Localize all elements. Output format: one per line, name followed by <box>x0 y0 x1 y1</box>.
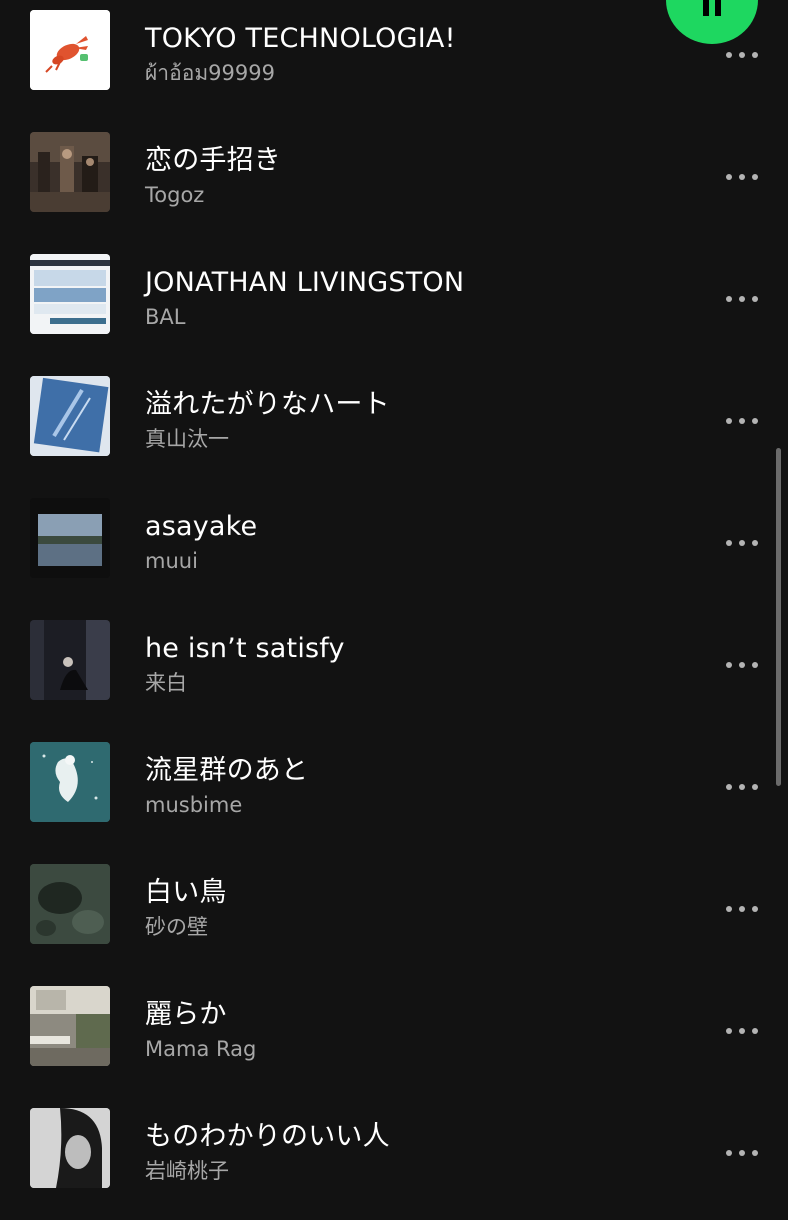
track-row[interactable]: ものわかりのいい人 岩崎桃子 <box>0 1098 788 1220</box>
track-title: he isn’t satisfy <box>145 633 345 664</box>
more-horizontal-icon <box>726 662 758 668</box>
more-horizontal-icon <box>726 906 758 912</box>
pause-icon <box>703 0 721 16</box>
album-cover <box>30 742 110 822</box>
track-artist: 岩崎桃子 <box>145 1159 229 1183</box>
more-horizontal-icon <box>726 1150 758 1156</box>
more-horizontal-icon <box>726 540 758 546</box>
track-artist: muui <box>145 549 198 573</box>
track-artist: Mama Rag <box>145 1037 257 1061</box>
track-title: 麗らか <box>145 999 227 1030</box>
track-row[interactable]: 溢れたがりなハート 真山汰一 <box>0 366 788 488</box>
track-list: TOKYO TECHNOLOGIA! ผ้าอ้อม99999 恋の手招き To… <box>0 0 788 1200</box>
album-cover <box>30 1108 110 1188</box>
more-options-button[interactable] <box>718 406 766 436</box>
blue-sketch-image <box>30 376 110 456</box>
album-cover <box>30 254 110 334</box>
more-options-button[interactable] <box>718 650 766 680</box>
teal-illustration-image <box>30 742 110 822</box>
track-row[interactable]: 白い鳥 砂の壁 <box>0 854 788 976</box>
more-options-button[interactable] <box>718 1016 766 1046</box>
album-cover <box>30 620 110 700</box>
more-horizontal-icon <box>726 418 758 424</box>
track-title: 流星群のあと <box>145 755 309 786</box>
album-cover <box>30 10 110 90</box>
track-artist: 真山汰一 <box>145 427 229 451</box>
portrait-bw-image <box>30 1108 110 1188</box>
track-title: asayake <box>145 511 258 542</box>
more-options-button[interactable] <box>718 40 766 70</box>
more-options-button[interactable] <box>718 1138 766 1168</box>
track-row[interactable]: 流星群のあと musbime <box>0 732 788 854</box>
track-row[interactable]: he isn’t satisfy 来白 <box>0 610 788 732</box>
collage-panels-image <box>30 254 110 334</box>
more-options-button[interactable] <box>718 162 766 192</box>
track-artist: Togoz <box>145 183 205 207</box>
mossy-ground-image <box>30 864 110 944</box>
more-horizontal-icon <box>726 52 758 58</box>
track-row[interactable]: 恋の手招き Togoz <box>0 122 788 244</box>
band-photo-image <box>30 132 110 212</box>
track-artist: musbime <box>145 793 243 817</box>
album-cover <box>30 498 110 578</box>
track-title: 溢れたがりなハート <box>145 389 390 420</box>
album-cover <box>30 986 110 1066</box>
track-title: TOKYO TECHNOLOGIA! <box>145 23 456 54</box>
more-horizontal-icon <box>726 1028 758 1034</box>
more-horizontal-icon <box>726 174 758 180</box>
album-cover <box>30 864 110 944</box>
dark-lake-image <box>30 498 110 578</box>
track-row[interactable]: 麗らか Mama Rag <box>0 976 788 1098</box>
more-horizontal-icon <box>726 296 758 302</box>
album-cover <box>30 376 110 456</box>
track-row[interactable]: asayake muui <box>0 488 788 610</box>
track-row[interactable]: JONATHAN LIVINGSTON BAL <box>0 244 788 366</box>
track-title: JONATHAN LIVINGSTON <box>145 267 465 298</box>
more-options-button[interactable] <box>718 284 766 314</box>
scrollbar-thumb[interactable] <box>776 448 781 786</box>
track-artist: ผ้าอ้อม99999 <box>145 61 275 85</box>
more-options-button[interactable] <box>718 528 766 558</box>
more-options-button[interactable] <box>718 894 766 924</box>
lobster-art-image <box>30 10 110 90</box>
album-cover <box>30 132 110 212</box>
track-title: ものわかりのいい人 <box>145 1121 390 1152</box>
track-title: 恋の手招き <box>145 145 281 176</box>
more-horizontal-icon <box>726 784 758 790</box>
track-artist: 来白 <box>145 671 187 695</box>
window-room-image <box>30 986 110 1066</box>
dim-room-figure-image <box>30 620 110 700</box>
track-artist: 砂の壁 <box>145 915 208 939</box>
track-title: 白い鳥 <box>145 877 227 908</box>
track-artist: BAL <box>145 305 186 329</box>
more-options-button[interactable] <box>718 772 766 802</box>
